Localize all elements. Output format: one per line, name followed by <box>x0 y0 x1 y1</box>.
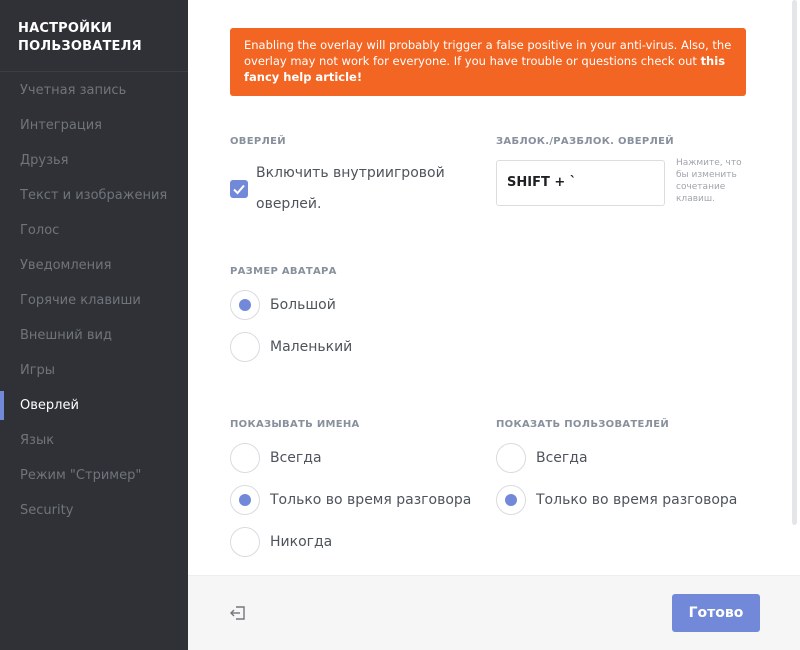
show-users-speaking-radio[interactable] <box>496 485 526 515</box>
enable-overlay-label-line1: Включить внутриигровой <box>256 165 445 181</box>
exit-icon[interactable] <box>228 603 248 623</box>
show-names-never-label[interactable]: Никогда <box>270 533 332 551</box>
warning-text: Enabling the overlay will probably trigg… <box>244 38 732 68</box>
enable-overlay-checkbox[interactable] <box>230 180 248 198</box>
checkmark-icon <box>233 184 245 195</box>
scrollbar[interactable] <box>792 0 797 525</box>
radio-selected-dot <box>505 494 517 506</box>
show-users-section-title: Показать пользователей <box>496 419 670 430</box>
show-users-always-radio[interactable] <box>496 443 526 473</box>
enable-overlay-label-line2: оверлей. <box>256 196 322 212</box>
radio-selected-dot <box>239 494 251 506</box>
sidebar-nav: Учетная запись Интеграция Друзья Текст и… <box>0 73 188 528</box>
overlay-section-title: Оверлей <box>230 136 286 147</box>
show-names-never-radio[interactable] <box>230 527 260 557</box>
avatar-size-small-radio[interactable] <box>230 332 260 362</box>
sidebar-item-account[interactable]: Учетная запись <box>0 73 188 108</box>
sidebar-header: НАСТРОЙКИ ПОЛЬЗОВАТЕЛЯ <box>0 0 188 72</box>
done-button[interactable]: Готово <box>672 594 760 632</box>
keybind-recorder[interactable]: SHIFT + ` <box>496 160 665 206</box>
show-users-always-label[interactable]: Всегда <box>536 449 588 467</box>
show-names-speaking-radio[interactable] <box>230 485 260 515</box>
overlay-settings-panel: Enabling the overlay will probably trigg… <box>188 0 800 650</box>
sidebar-item-language[interactable]: Язык <box>0 423 188 458</box>
avatar-size-section-title: Размер аватара <box>230 266 337 277</box>
sidebar-title-line1: НАСТРОЙКИ <box>18 21 113 36</box>
settings-sidebar: НАСТРОЙКИ ПОЛЬЗОВАТЕЛЯ Учетная запись Ин… <box>0 0 188 650</box>
avatar-size-small-label[interactable]: Маленький <box>270 338 352 356</box>
show-users-speaking-label[interactable]: Только во время разговора <box>536 491 737 509</box>
overlay-warning-banner: Enabling the overlay will probably trigg… <box>230 28 746 96</box>
show-names-always-radio[interactable] <box>230 443 260 473</box>
keybind-value: SHIFT + ` <box>507 175 577 190</box>
sidebar-item-streamer-mode[interactable]: Режим "Стример" <box>0 458 188 493</box>
avatar-size-large-radio[interactable] <box>230 290 260 320</box>
show-names-always-label[interactable]: Всегда <box>270 449 322 467</box>
sidebar-title-line2: ПОЛЬЗОВАТЕЛЯ <box>18 39 142 54</box>
sidebar-item-integrations[interactable]: Интеграция <box>0 108 188 143</box>
sidebar-item-keybinds[interactable]: Горячие клавиши <box>0 283 188 318</box>
show-names-section-title: Показывать имена <box>230 419 360 430</box>
sidebar-item-notifications[interactable]: Уведомления <box>0 248 188 283</box>
sidebar-item-games[interactable]: Игры <box>0 353 188 388</box>
sidebar-item-security[interactable]: Security <box>0 493 188 528</box>
sidebar-item-friends[interactable]: Друзья <box>0 143 188 178</box>
toggle-overlay-section-title: Заблок./разблок. оверлей <box>496 136 674 147</box>
keybind-hint: Нажмите, что бы изменить сочетание клави… <box>676 158 742 204</box>
sidebar-item-voice[interactable]: Голос <box>0 213 188 248</box>
settings-footer: Готово <box>188 575 800 650</box>
sidebar-item-overlay[interactable]: Оверлей <box>0 388 188 423</box>
radio-selected-dot <box>239 299 251 311</box>
sidebar-item-text-images[interactable]: Текст и изображения <box>0 178 188 213</box>
show-names-speaking-label[interactable]: Только во время разговора <box>270 491 471 509</box>
avatar-size-large-label[interactable]: Большой <box>270 296 336 314</box>
sidebar-item-appearance[interactable]: Внешний вид <box>0 318 188 353</box>
